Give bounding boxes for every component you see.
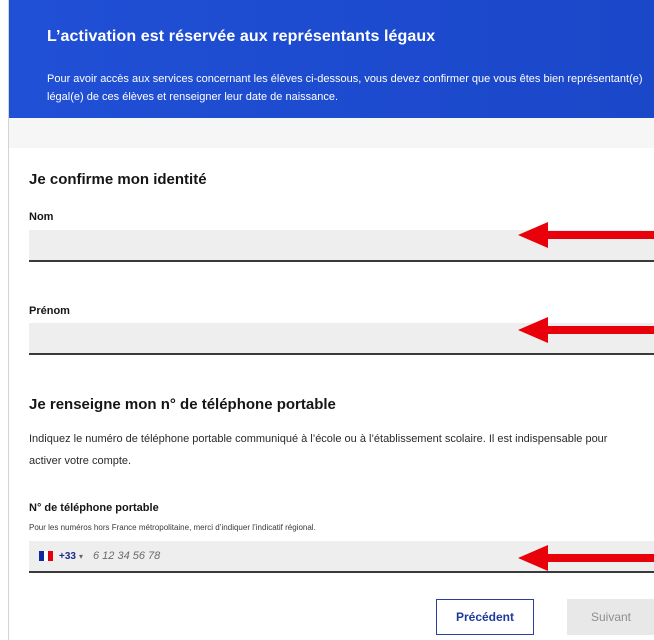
previous-button[interactable]: Précédent [436,599,534,635]
prenom-label: Prénom [29,305,70,317]
banner-title: L’activation est réservée aux représenta… [47,28,436,45]
next-button[interactable]: Suivant [567,599,654,635]
chevron-down-icon[interactable]: ▾ [79,552,83,561]
phone-label: N° de téléphone portable [29,502,159,514]
phone-section-title: Je renseigne mon n° de téléphone portabl… [29,396,336,413]
phone-hint: Pour les numéros hors France métropolita… [29,523,316,532]
nom-label: Nom [29,211,54,223]
annotation-arrow-icon [518,545,654,571]
section-divider [9,118,654,148]
info-banner: L’activation est réservée aux représenta… [9,0,654,118]
france-flag-icon[interactable] [39,551,54,561]
dial-code[interactable]: +33 [59,551,76,562]
phone-help-text: Indiquez le numéro de téléphone portable… [29,433,608,467]
annotation-arrow-icon [518,317,654,343]
identity-section-title: Je confirme mon identité [29,171,207,188]
phone-input[interactable] [92,550,513,562]
banner-text: Pour avoir accès aux services concernant… [47,73,643,103]
annotation-arrow-icon [518,222,654,248]
